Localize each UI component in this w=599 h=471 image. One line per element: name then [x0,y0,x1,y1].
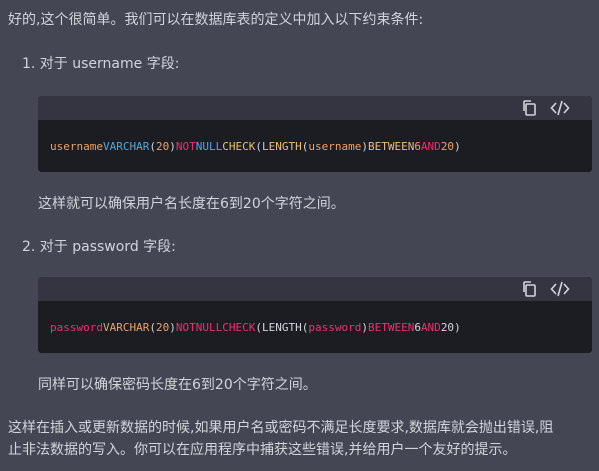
code-token: AND [420,139,441,153]
code-token: LENGTH [261,320,302,334]
code-token: ( [301,139,309,153]
list-item-password: 2. 对于 password 字段: [22,239,176,255]
code-token: BETWEEN [367,320,415,334]
code-token: LENGTH [261,139,302,153]
code-token: password [308,320,362,334]
code-token: NULL [195,139,223,153]
note-username: 这样就可以确保用户名长度在6到20个字符之间。 [38,196,345,212]
intro-text: 好的,这个很简单。我们可以在数据库表的定义中加入以下约束条件: [8,12,424,28]
code-token: AND [420,320,441,334]
code-token: ) [361,139,368,153]
code-token: BETWEEN [367,139,415,153]
code-icon[interactable] [550,99,570,117]
code-token: 6 [414,320,421,334]
code-token: ( [149,320,156,334]
code-line: password VARCHAR(20) NOT NULL CHECK (LEN… [38,301,592,353]
code-token: VARCHAR [102,139,150,153]
code-token: CHECK [222,139,256,153]
code-token: password [50,320,103,334]
code-tools [520,99,570,117]
copy-icon[interactable] [520,280,538,298]
code-token: ( [255,320,262,334]
code-block-header [38,277,592,301]
note-password: 同样可以确保密码长度在6到20个字符之间。 [38,377,317,393]
code-token: 20 [155,139,170,153]
list-item-username: 1. 对于 username 字段: [22,56,180,72]
code-token: ( [149,139,156,153]
code-token: ( [255,139,262,153]
code-block-username: username VARCHAR(20) NOT NULL CHECK (LEN… [38,96,592,172]
code-block-password: password VARCHAR(20) NOT NULL CHECK (LEN… [38,277,592,353]
code-token: ) [454,320,461,334]
code-token: 20 [440,320,455,334]
code-line: username VARCHAR(20) NOT NULL CHECK (LEN… [38,120,592,172]
code-token: 20 [440,139,455,153]
code-tools [520,280,570,298]
code-token: ) [169,320,176,334]
outro-line-1: 这样在插入或更新数据的时候,如果用户名或密码不满足长度要求,数据库就会抛出错误,… [8,420,554,436]
code-token: CHECK [222,320,256,334]
outro-line-2: 止非法数据的写入。你可以在应用程序中捕获这些错误,并给用户一个友好的提示。 [8,442,517,458]
code-token: NOT [175,139,196,153]
code-token: ) [169,139,176,153]
copy-icon[interactable] [520,99,538,117]
chat-message: 好的,这个很简单。我们可以在数据库表的定义中加入以下约束条件: 1. 对于 us… [0,0,599,471]
code-token: 6 [414,139,421,153]
code-icon[interactable] [550,280,570,298]
code-token: username [308,139,362,153]
code-token: VARCHAR [102,320,150,334]
code-token: ) [454,139,461,153]
code-token: ) [361,320,368,334]
outro-text: 这样在插入或更新数据的时候,如果用户名或密码不满足长度要求,数据库就会抛出错误,… [8,417,593,461]
code-token: NOT [175,320,196,334]
code-token: NULL [195,320,223,334]
code-token: 20 [155,320,170,334]
code-block-header [38,96,592,120]
code-token: username [50,139,103,153]
code-token: ( [301,320,309,334]
